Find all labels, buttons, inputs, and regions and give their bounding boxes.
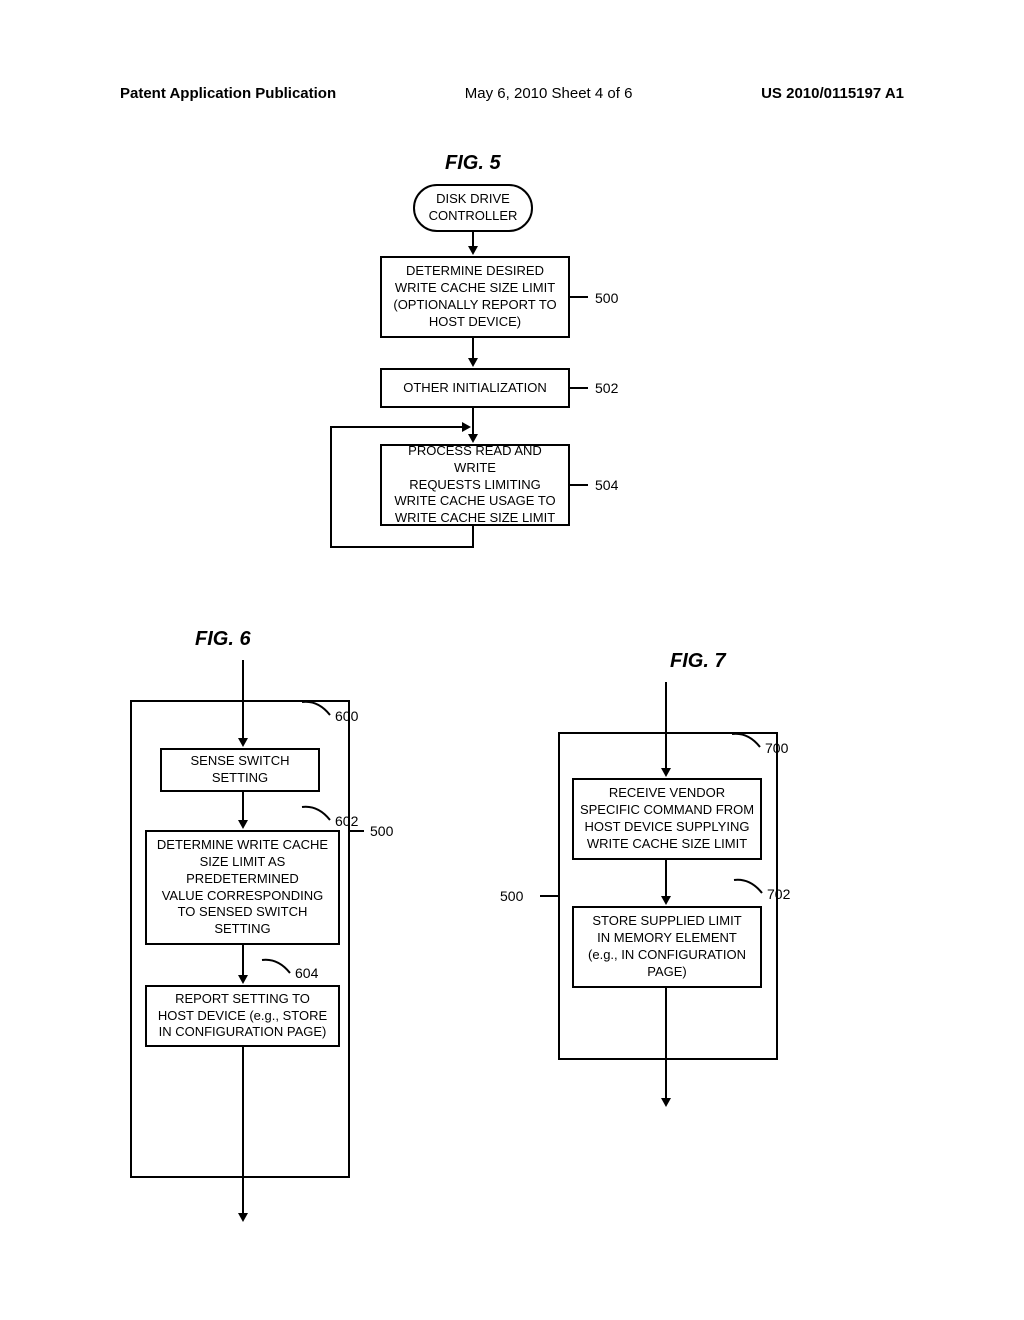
- fig5-box-504-text: PROCESS READ AND WRITE REQUESTS LIMITING…: [386, 443, 564, 527]
- header-right: US 2010/0115197 A1: [761, 85, 904, 102]
- fig6-ref-604-curve: [260, 958, 300, 978]
- fig5-ref-504: 504: [595, 477, 618, 493]
- fig6-box-600-text: SENSE SWITCH SETTING: [191, 753, 290, 787]
- fig7-ref-500: 500: [500, 888, 523, 904]
- fig6-box-604-text: REPORT SETTING TO HOST DEVICE (e.g., STO…: [158, 991, 327, 1042]
- fig7-box-700: RECEIVE VENDOR SPECIFIC COMMAND FROM HOS…: [572, 778, 762, 860]
- fig5-box-502-text: OTHER INITIALIZATION: [403, 380, 547, 397]
- fig6-ref-600: 600: [335, 708, 358, 724]
- fig6-box-600: SENSE SWITCH SETTING: [160, 748, 320, 792]
- fig6-box-602-text: DETERMINE WRITE CACHE SIZE LIMIT AS PRED…: [157, 837, 328, 938]
- fig6-box-602: DETERMINE WRITE CACHE SIZE LIMIT AS PRED…: [145, 830, 340, 945]
- fig7-title: FIG. 7: [670, 650, 726, 673]
- fig6-box-604: REPORT SETTING TO HOST DEVICE (e.g., STO…: [145, 985, 340, 1047]
- fig5-start-text: DISK DRIVE CONTROLLER: [429, 191, 518, 225]
- fig5-box-502: OTHER INITIALIZATION: [380, 368, 570, 408]
- fig7-ref-700: 700: [765, 740, 788, 756]
- fig7-ref-702-curve: [732, 878, 772, 898]
- fig7-ref-702: 702: [767, 886, 790, 902]
- fig6-ref-500: 500: [370, 823, 393, 839]
- fig6-title: FIG. 6: [195, 628, 251, 651]
- fig6-ref-602: 602: [335, 813, 358, 829]
- fig5-box-504: PROCESS READ AND WRITE REQUESTS LIMITING…: [380, 444, 570, 526]
- fig7-box-702: STORE SUPPLIED LIMIT IN MEMORY ELEMENT (…: [572, 906, 762, 988]
- fig6-ref-604: 604: [295, 965, 318, 981]
- fig5-box-500-text: DETERMINE DESIRED WRITE CACHE SIZE LIMIT…: [393, 263, 556, 331]
- fig5-start-box: DISK DRIVE CONTROLLER: [413, 184, 533, 232]
- fig6-ref-602-curve: [300, 805, 340, 825]
- fig5-box-500: DETERMINE DESIRED WRITE CACHE SIZE LIMIT…: [380, 256, 570, 338]
- fig7-box-700-text: RECEIVE VENDOR SPECIFIC COMMAND FROM HOS…: [580, 785, 754, 853]
- fig7-ref-700-curve: [730, 732, 770, 752]
- fig7-box-702-text: STORE SUPPLIED LIMIT IN MEMORY ELEMENT (…: [588, 913, 746, 981]
- fig5-ref-500: 500: [595, 290, 618, 306]
- fig6-ref-600-curve: [300, 700, 340, 720]
- fig5-title: FIG. 5: [445, 152, 501, 175]
- fig5-ref-502: 502: [595, 380, 618, 396]
- header-center: May 6, 2010 Sheet 4 of 6: [465, 85, 633, 102]
- header-left: Patent Application Publication: [120, 85, 336, 102]
